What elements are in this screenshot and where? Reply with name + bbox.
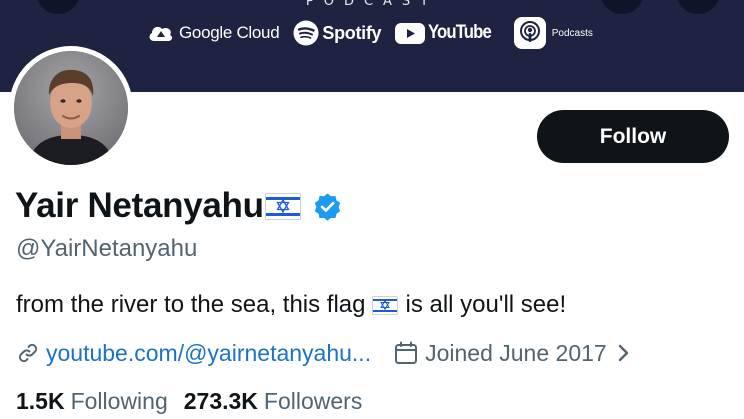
bio-text-start: from the river to the sea, this flag	[16, 291, 366, 318]
youtube-label: YouTube	[428, 22, 492, 43]
following-count: 1.5K	[16, 387, 65, 414]
chevron-right-icon[interactable]	[617, 342, 631, 364]
profile-meta: youtube.com/@yairnetanyahu... Joined Jun…	[16, 338, 631, 368]
profile-bio: from the river to the sea, this flag is …	[16, 291, 566, 319]
followers-label: Followers	[263, 387, 363, 414]
apple-podcasts-icon	[513, 17, 546, 49]
follow-button[interactable]: Follow	[537, 110, 729, 163]
youtube-logo: YouTube	[395, 22, 499, 44]
profile-name-row: Yair Netanyahu	[15, 183, 342, 229]
calendar-icon	[393, 340, 419, 366]
spotify-label: Spotify	[322, 22, 382, 43]
bio-text-end: is all you'll see!	[405, 291, 567, 318]
joined-date: Joined June 2017	[425, 339, 607, 366]
israel-flag-icon	[264, 192, 301, 220]
sponsor-logos: Google Cloud Spotify YouTube Podcasts	[148, 15, 607, 51]
avatar-photo	[14, 51, 128, 165]
website-link[interactable]: youtube.com/@yairnetanyahu...	[46, 340, 371, 367]
google-cloud-label: Google Cloud	[179, 23, 280, 42]
profile-handle: @YairNetanyahu	[16, 235, 198, 262]
google-cloud-icon	[149, 26, 173, 41]
profile-stats: 1.5K Following 273.3K Followers	[16, 386, 362, 416]
google-cloud-logo: Google Cloud	[148, 23, 280, 43]
link-icon	[16, 341, 40, 365]
spotify-logo: Spotify	[293, 20, 382, 46]
apple-podcasts-logo: Podcasts	[513, 17, 593, 49]
spotify-icon	[293, 20, 319, 46]
youtube-icon	[395, 22, 426, 44]
apple-podcasts-label: Podcasts	[551, 27, 593, 39]
following-label: Following	[70, 387, 168, 414]
avatar-image	[14, 51, 128, 165]
followers-stat[interactable]: 273.3K Followers	[184, 388, 363, 415]
avatar[interactable]	[9, 46, 133, 170]
banner-podcast-text: PODCAST	[305, 0, 439, 9]
verified-badge-icon[interactable]	[313, 192, 342, 221]
followers-count: 273.3K	[183, 387, 258, 414]
following-stat[interactable]: 1.5K Following	[16, 388, 168, 415]
israel-flag-icon	[371, 295, 398, 315]
display-name: Yair Netanyahu	[15, 186, 264, 225]
